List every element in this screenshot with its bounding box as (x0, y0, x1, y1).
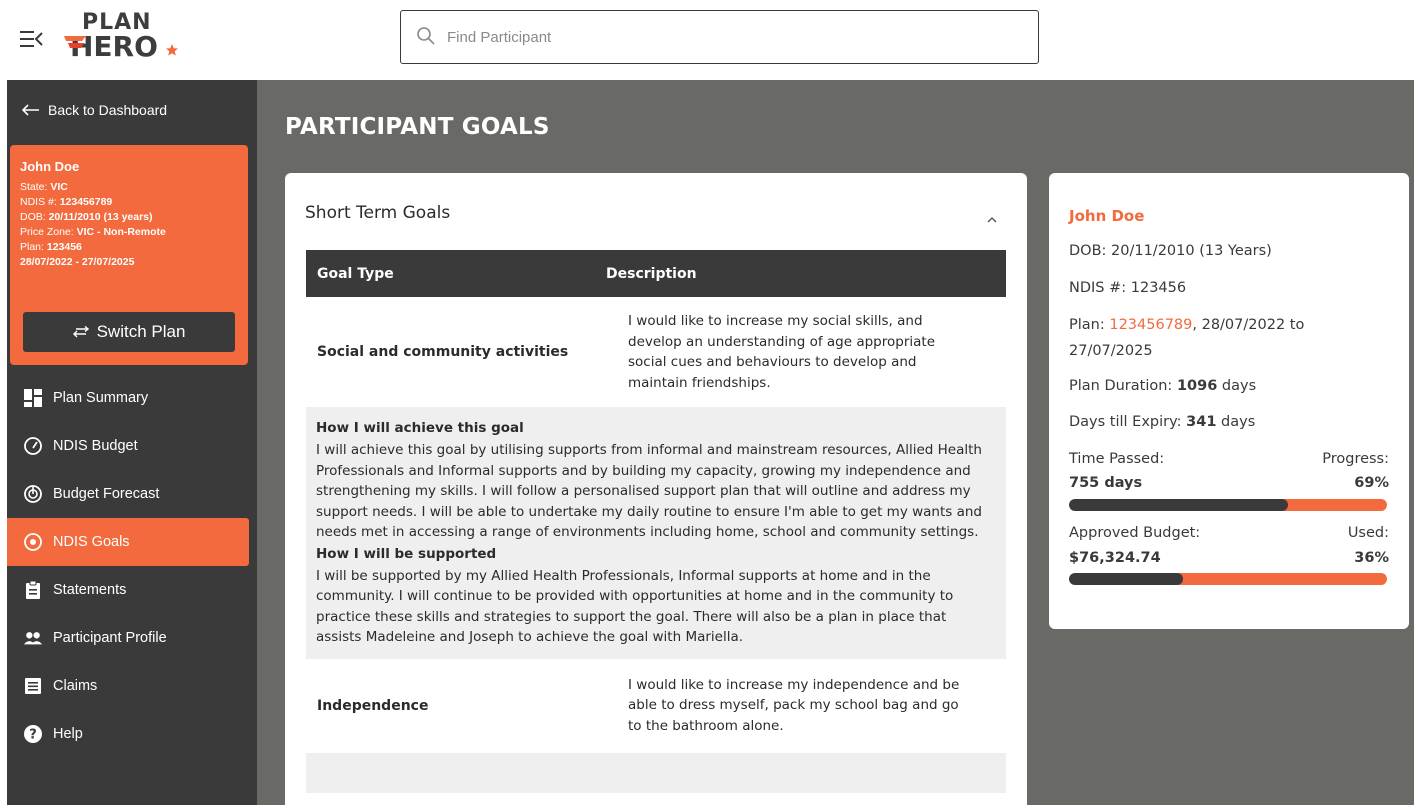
sidebar-item-claims[interactable]: Claims (7, 662, 257, 710)
document-icon (23, 676, 43, 696)
main-content: PARTICIPANT GOALS Short Term Goals Goal … (257, 80, 1414, 805)
sidebar-item-ndis-budget[interactable]: NDIS Budget (7, 422, 257, 470)
section-title: Short Term Goals (305, 203, 451, 223)
participant-state: State: VIC (20, 181, 68, 193)
goals-panel: Short Term Goals Goal Type Description S… (285, 173, 1027, 805)
info-days-till-expiry: Days till Expiry: 341 days (1069, 414, 1256, 430)
participant-search[interactable] (400, 10, 1039, 64)
support-heading: How I will be supported (316, 545, 497, 562)
page-title: PARTICIPANT GOALS (285, 114, 550, 140)
approved-budget-label: Approved Budget: (1069, 525, 1201, 541)
participant-dob: DOB: 20/11/2010 (13 years) (20, 211, 153, 223)
plan-hero-logo[interactable]: PLAN HERO (64, 10, 194, 70)
search-icon (417, 27, 435, 45)
sidebar-item-label: Statements (53, 582, 127, 598)
column-header-description: Description (606, 265, 697, 282)
back-to-dashboard-label: Back to Dashboard (48, 102, 168, 118)
plan-number-link[interactable]: 123456789 (1109, 317, 1192, 333)
table-row: Independence I would like to increase my… (306, 658, 1006, 753)
info-plan: Plan: 123456789, 28/07/2022 to (1069, 317, 1305, 333)
participant-plan: Plan: 123456 (20, 241, 82, 253)
goal-type: Social and community activities (317, 344, 569, 360)
time-passed-label: Time Passed: (1069, 451, 1165, 467)
gauge-icon (23, 436, 43, 456)
info-dob: DOB: 20/11/2010 (13 Years) (1069, 243, 1272, 259)
logo-wing-icon (64, 36, 86, 48)
support-text: I will be supported by my Allied Health … (316, 567, 954, 646)
people-icon (23, 628, 43, 648)
chevron-up-icon[interactable] (985, 215, 999, 225)
sidebar-item-label: NDIS Budget (53, 438, 138, 454)
clipboard-icon (23, 580, 43, 600)
forecast-icon (23, 484, 43, 504)
sidebar-item-statements[interactable]: Statements (7, 566, 257, 614)
budget-used-bar (1069, 573, 1387, 585)
sidebar-item-label: NDIS Goals (53, 534, 130, 550)
sidebar-item-plan-summary[interactable]: Plan Summary (7, 374, 257, 422)
sidebar-item-budget-forecast[interactable]: Budget Forecast (7, 470, 257, 518)
time-passed-value: 755 days (1069, 475, 1143, 491)
progress-label: Progress: (1322, 451, 1389, 467)
switch-plan-label: Switch Plan (96, 322, 186, 341)
sidebar-item-label: Help (53, 726, 83, 742)
participant-plan-dates: 28/07/2022 - 27/07/2025 (20, 256, 135, 268)
achieve-text: I will achieve this goal by utilising su… (316, 442, 982, 540)
top-bar: PLAN HERO (0, 0, 1414, 80)
sidebar-item-ndis-goals[interactable]: NDIS Goals (7, 518, 249, 566)
goal-type: Independence (317, 697, 429, 714)
achieve-heading: How I will achieve this goal (316, 420, 524, 436)
table-row: Social and community activities I would … (306, 297, 1006, 407)
sidebar-item-label: Budget Forecast (53, 486, 160, 502)
info-plan-duration: Plan Duration: 1096 days (1069, 378, 1257, 394)
participant-name: John Doe (20, 159, 80, 174)
info-ndis: NDIS #: 123456 (1069, 280, 1187, 296)
sidebar-item-label: Claims (53, 678, 98, 694)
arrow-left-icon (22, 104, 39, 116)
goal-description: I would like to increase my independence… (628, 676, 960, 734)
info-participant-name: John Doe (1069, 207, 1145, 225)
approved-budget-value: $76,324.74 (1069, 550, 1161, 566)
goals-table: Goal Type Description Social and communi… (306, 250, 1006, 793)
plan-info-card: John Doe DOB: 20/11/2010 (13 Years) NDIS… (1049, 173, 1409, 629)
back-to-dashboard-link[interactable]: Back to Dashboard (22, 102, 167, 118)
sidebar-item-participant-profile[interactable]: Participant Profile (7, 614, 257, 662)
goal-details-collapsed (306, 752, 1006, 793)
used-value: 36% (1354, 550, 1389, 566)
info-plan-end: 27/07/2025 (1069, 343, 1153, 359)
used-label: Used: (1347, 525, 1389, 541)
budget-used-bar-fill (1069, 573, 1184, 585)
goal-details: How I will achieve this goal I will achi… (306, 407, 1006, 659)
column-header-goal-type: Goal Type (317, 265, 394, 282)
switch-plan-button[interactable]: Switch Plan (23, 312, 235, 352)
dashboard-icon (23, 388, 43, 408)
target-icon (23, 532, 43, 552)
participant-price-zone: Price Zone: VIC - Non-Remote (20, 226, 166, 238)
menu-toggle-icon[interactable] (20, 28, 44, 50)
swap-arrows-icon (72, 326, 89, 338)
help-icon: ? (23, 724, 43, 744)
search-input[interactable] (447, 21, 1007, 53)
table-header: Goal Type Description (306, 250, 1006, 297)
participant-summary-card: John Doe State: VIC NDIS #: 123456789 DO… (10, 145, 248, 365)
progress-value: 69% (1354, 475, 1389, 491)
progress-bar-fill (1069, 499, 1289, 511)
sidebar-nav: Plan Summary NDIS Budget Budget Forecast… (7, 374, 257, 758)
participant-ndis: NDIS #: 123456789 (20, 196, 113, 208)
sidebar-item-label: Participant Profile (53, 630, 167, 646)
sidebar: Back to Dashboard John Doe State: VIC ND… (7, 80, 257, 805)
goal-description: I would like to increase my social skill… (628, 313, 935, 391)
logo-star-icon (166, 44, 178, 56)
progress-bar (1069, 499, 1387, 511)
sidebar-item-help[interactable]: ? Help (7, 710, 257, 758)
sidebar-item-label: Plan Summary (53, 390, 149, 406)
svg-text:?: ? (29, 728, 37, 743)
